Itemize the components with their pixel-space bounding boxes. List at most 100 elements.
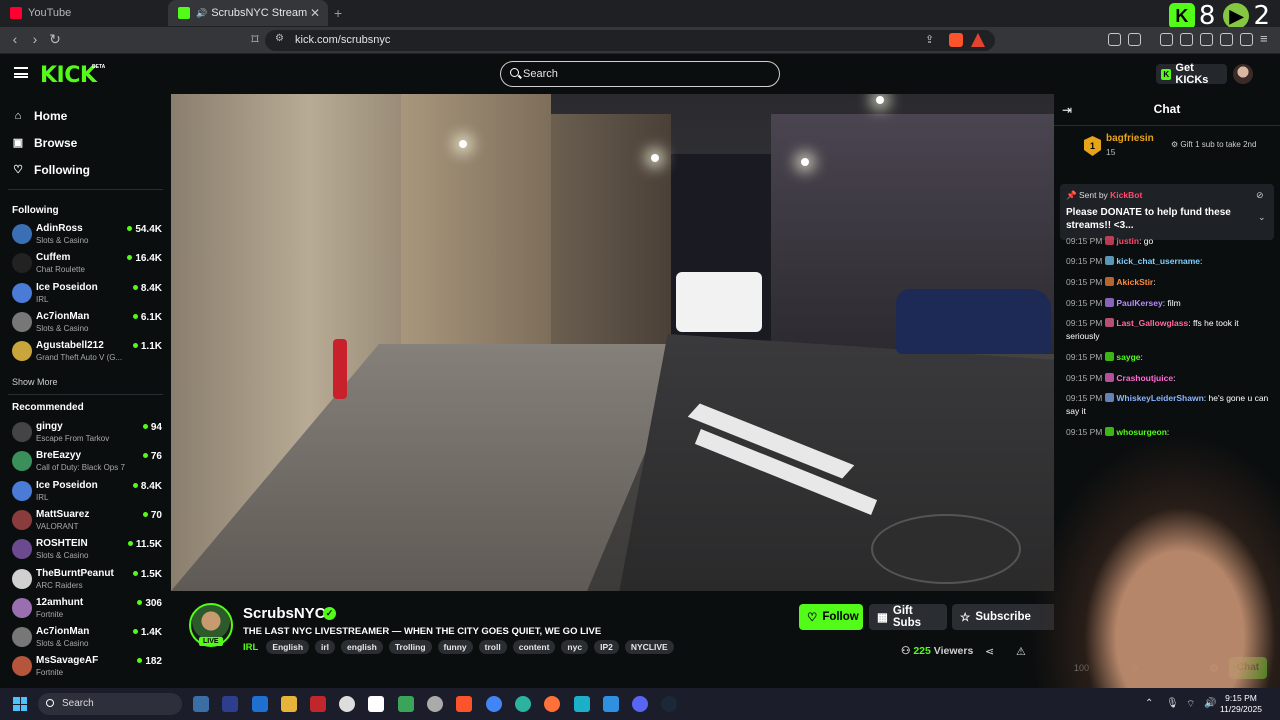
app-icon[interactable] <box>310 696 326 712</box>
message-username[interactable]: whosurgeon <box>1116 427 1167 437</box>
music-icon[interactable] <box>1160 33 1173 46</box>
message-username[interactable]: WhiskeyLeiderShawn <box>1116 393 1203 403</box>
sidebar-channel[interactable]: MattSuarez VALORANT 70 <box>12 508 162 534</box>
gifter-name[interactable]: bagfriesin <box>1106 133 1154 144</box>
tag-chip[interactable]: troll <box>478 640 507 654</box>
tab-youtube[interactable]: YouTube <box>0 0 165 26</box>
app-icon[interactable] <box>368 696 384 712</box>
message-username[interactable]: Last_Gallowglass <box>1116 318 1188 328</box>
wifi-icon[interactable]: ⌔ <box>1186 698 1195 711</box>
chevron-down-icon[interactable]: ⌄ <box>1258 212 1266 223</box>
tag-chip[interactable]: funny <box>437 640 473 654</box>
taskbar-search[interactable]: Search <box>38 693 182 715</box>
app-icon[interactable] <box>398 696 414 712</box>
share-icon[interactable]: ⇪ <box>925 33 934 46</box>
taskbar-clock[interactable]: 9:15 PM 11/29/2025 <box>1218 693 1264 715</box>
forward-icon[interactable]: › <box>26 31 44 47</box>
mic-icon[interactable]: 🎙 <box>1166 698 1179 709</box>
leo-icon[interactable] <box>1220 33 1233 46</box>
vscode-icon[interactable] <box>603 696 619 712</box>
video-player[interactable] <box>171 94 1054 591</box>
sidebar-channel[interactable]: AdinRoss Slots & Casino 54.4K <box>12 222 162 248</box>
pin-sender[interactable]: KickBot <box>1110 190 1142 200</box>
app-icon[interactable] <box>193 696 209 712</box>
kick-logo[interactable]: KICK <box>40 63 97 88</box>
sidebar-channel[interactable]: MsSavageAF Fortnite 182 <box>12 654 162 680</box>
points-balance[interactable]: 0 <box>1132 663 1137 673</box>
brave-shields-icon[interactable] <box>949 33 963 47</box>
sidebar-channel[interactable]: Ac7ionMan Slots & Casino 1.4K <box>12 625 162 651</box>
sidebar-channel[interactable]: BreEazyy Call of Duty: Black Ops 7 76 <box>12 449 162 475</box>
back-icon[interactable]: ‹ <box>6 31 24 47</box>
firefox-icon[interactable] <box>544 696 560 712</box>
app-icon[interactable] <box>574 696 590 712</box>
site-info-icon[interactable]: ⚙ <box>275 33 284 44</box>
message-username[interactable]: PaulKersey <box>1116 298 1162 308</box>
message-username[interactable]: justin <box>1116 236 1139 246</box>
reader-icon[interactable] <box>1128 33 1141 46</box>
sidebar-item-home[interactable]: ⌂ Home <box>12 109 68 123</box>
tag-chip[interactable]: NYCLIVE <box>624 640 674 654</box>
sidebar-channel[interactable]: 12amhunt Fortnite 306 <box>12 596 162 622</box>
volume-icon[interactable]: 🔊 <box>1204 698 1216 709</box>
extensions-icon[interactable] <box>1108 33 1121 46</box>
send-chat-button[interactable]: Chat <box>1229 657 1267 679</box>
tag-chip[interactable]: Trolling <box>388 640 432 654</box>
sidebar-channel[interactable]: ROSHTEIN Slots & Casino 11.5K <box>12 537 162 563</box>
gift-subs-button[interactable]: ▦ Gift Subs <box>869 604 947 630</box>
show-more-link[interactable]: Show More <box>12 377 58 387</box>
channel-name[interactable]: ScrubsNYC <box>243 605 326 622</box>
message-username[interactable]: kick_chat_username <box>1116 256 1200 266</box>
chevron-up-icon[interactable]: ⌃ <box>1145 698 1153 709</box>
address-bar[interactable]: ⚙ kick.com/scrubsnyc ⇪ <box>265 30 995 51</box>
tag-chip[interactable]: content <box>512 640 556 654</box>
chrome-icon[interactable] <box>486 696 502 712</box>
app-icon[interactable] <box>427 696 443 712</box>
brave-icon[interactable] <box>456 696 472 712</box>
hide-pin-icon[interactable]: ⊘ <box>1256 190 1264 201</box>
tab-kick[interactable]: 🔊 ScrubsNYC Stream - Watch Li ✕ <box>168 0 328 26</box>
gift-prompt[interactable]: ⚙ Gift 1 sub to take 2nd <box>1171 140 1256 149</box>
sidebar-channel[interactable]: Ice Poseidon IRL 8.4K <box>12 281 162 307</box>
close-tab-icon[interactable]: ✕ <box>310 6 320 20</box>
sidebar-channel[interactable]: Cuffem Chat Roulette 16.4K <box>12 251 162 277</box>
message-username[interactable]: Crashoutjuice <box>1116 373 1173 383</box>
pinned-message[interactable]: 📌 Sent by KickBot ⊘ ⌄ Please DONATE to h… <box>1060 184 1274 240</box>
sidebar-item-following[interactable]: ♡ Following <box>12 163 90 177</box>
sidebar-channel[interactable]: TheBurntPeanut ARC Raiders 1.5K <box>12 567 162 593</box>
tag-chip[interactable]: english <box>341 640 383 654</box>
windows-start-icon[interactable] <box>13 697 27 711</box>
new-tab-button[interactable]: + <box>334 5 342 21</box>
bookmark-icon[interactable]: ⌑ <box>246 31 264 48</box>
folder-icon[interactable] <box>281 696 297 712</box>
message-username[interactable]: AkickStir <box>1116 277 1153 287</box>
app-icon[interactable] <box>339 696 355 712</box>
menu-icon[interactable]: ≡ <box>1260 31 1268 46</box>
kicks-balance[interactable]: 100 <box>1074 663 1089 673</box>
sidebar-icon[interactable] <box>1180 33 1193 46</box>
user-avatar[interactable] <box>1233 64 1253 84</box>
sidebar-channel[interactable]: gingy Escape From Tarkov 94 <box>12 420 162 446</box>
subscribe-button[interactable]: ☆ Subscribe <box>952 604 1058 630</box>
tag-chip[interactable]: IP2 <box>594 640 619 654</box>
report-icon[interactable]: ⚠ <box>1016 645 1026 658</box>
wallet-icon[interactable] <box>1200 33 1213 46</box>
share-icon[interactable]: ⋖ <box>985 645 994 658</box>
hamburger-menu-icon[interactable] <box>14 67 28 78</box>
brave-rewards-icon[interactable] <box>971 33 985 47</box>
app-icon[interactable] <box>252 696 268 712</box>
sidebar-channel[interactable]: Ice Poseidon IRL 8.4K <box>12 479 162 505</box>
tag-chip[interactable]: irl <box>315 640 336 654</box>
discord-icon[interactable] <box>632 696 648 712</box>
gear-icon[interactable]: ⚙ <box>1209 662 1219 675</box>
tag-chip[interactable]: English <box>266 640 310 654</box>
app-icon[interactable] <box>222 696 238 712</box>
search-input[interactable]: Search <box>500 61 780 87</box>
get-kicks-button[interactable]: K Get KICKs <box>1156 62 1227 86</box>
edge-icon[interactable] <box>515 696 531 712</box>
tag-chip[interactable]: nyc <box>561 640 589 654</box>
sidebar-channel[interactable]: Agustabell212 Grand Theft Auto V (G... 1.1… <box>12 339 162 365</box>
vpn-icon[interactable] <box>1240 33 1253 46</box>
category-link[interactable]: IRL <box>243 642 258 653</box>
sidebar-item-browse[interactable]: ▣ Browse <box>12 136 78 150</box>
